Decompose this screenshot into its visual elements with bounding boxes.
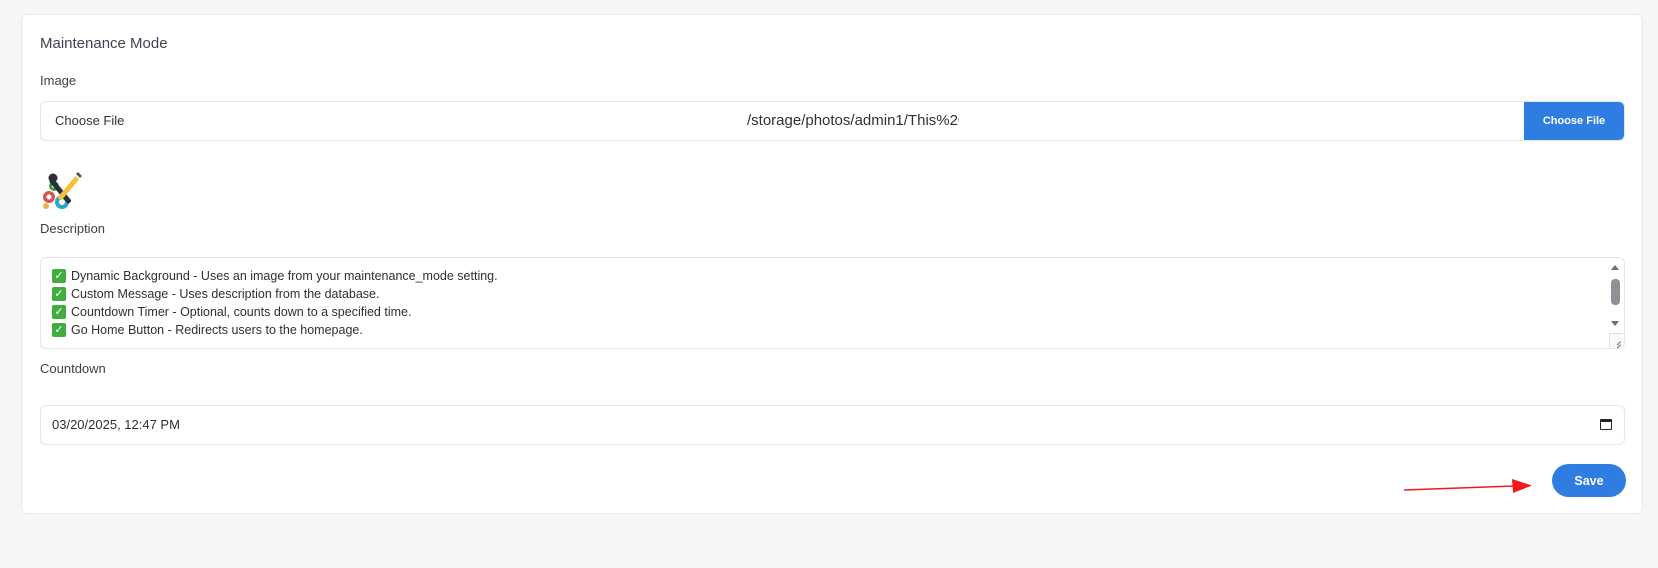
image-path-input[interactable]: /storage/photos/admin1/This%20 (747, 102, 959, 140)
scroll-thumb[interactable] (1611, 279, 1620, 305)
check-mark-icon: ✓ (52, 323, 66, 337)
description-textarea[interactable]: ✓ Dynamic Background - Uses an image fro… (40, 257, 1625, 349)
tools-gears-icon (40, 170, 86, 210)
countdown-value[interactable]: 03/20/2025, 12:47 PM (52, 406, 180, 444)
textarea-scrollbar[interactable] (1610, 262, 1622, 326)
description-label: Description (40, 221, 106, 236)
native-file-label[interactable]: Choose File (55, 102, 124, 140)
image-file-input[interactable]: Choose File /storage/photos/admin1/This%… (40, 101, 1625, 141)
annotation-arrow-icon (1404, 479, 1532, 493)
description-line: ✓ Dynamic Background - Uses an image fro… (52, 267, 498, 285)
resize-handle-icon[interactable] (1609, 333, 1623, 347)
check-mark-icon: ✓ (52, 287, 66, 301)
scroll-down-icon[interactable] (1611, 321, 1619, 326)
choose-file-button[interactable]: Choose File (1524, 102, 1624, 140)
countdown-label: Countdown (40, 361, 106, 376)
card-title: Maintenance Mode (40, 35, 168, 52)
image-label: Image (40, 73, 77, 88)
description-content[interactable]: ✓ Dynamic Background - Uses an image fro… (52, 267, 498, 339)
calendar-icon[interactable] (1600, 419, 1612, 430)
save-button[interactable]: Save (1552, 464, 1626, 497)
check-mark-icon: ✓ (52, 269, 66, 283)
description-line: ✓ Custom Message - Uses description from… (52, 285, 498, 303)
check-mark-icon: ✓ (52, 305, 66, 319)
description-line: ✓ Countdown Timer - Optional, counts dow… (52, 303, 498, 321)
maintenance-mode-card: Maintenance Mode Image Choose File /stor… (21, 14, 1643, 514)
scroll-up-icon[interactable] (1611, 265, 1619, 270)
countdown-datetime-input[interactable]: 03/20/2025, 12:47 PM (40, 405, 1625, 445)
description-line: ✓ Go Home Button - Redirects users to th… (52, 321, 498, 339)
